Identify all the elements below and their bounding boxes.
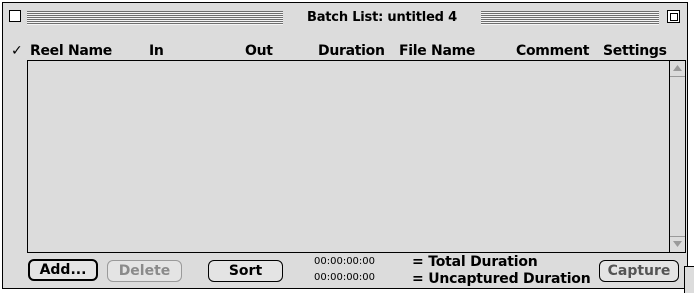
column-out[interactable]: Out — [245, 43, 273, 59]
batch-list-window: Batch List: untitled 4 ✓ Reel Name In Ou… — [2, 2, 688, 289]
title-bar-stripes-left — [27, 11, 283, 25]
batch-list-area[interactable] — [27, 60, 671, 253]
window-title: Batch List: untitled 4 — [307, 10, 457, 25]
delete-button[interactable]: Delete — [107, 260, 182, 282]
vertical-scrollbar[interactable] — [669, 60, 686, 253]
scroll-up-arrow-icon[interactable] — [670, 61, 685, 77]
close-box-icon[interactable] — [9, 10, 21, 22]
scroll-down-arrow-icon[interactable] — [670, 236, 685, 252]
column-reel-name[interactable]: Reel Name — [30, 43, 112, 59]
add-button[interactable]: Add... — [28, 259, 98, 281]
title-bar-stripes-right — [481, 11, 659, 25]
column-check[interactable]: ✓ — [11, 43, 23, 59]
sort-button[interactable]: Sort — [208, 260, 283, 282]
column-duration[interactable]: Duration — [318, 43, 385, 59]
total-duration-timecode: 00:00:00:00 — [314, 256, 376, 267]
zoom-box-icon[interactable] — [667, 10, 680, 23]
column-in[interactable]: In — [149, 43, 164, 59]
grow-box-icon[interactable] — [684, 266, 694, 293]
column-comment[interactable]: Comment — [516, 43, 589, 59]
capture-button[interactable]: Capture — [599, 260, 679, 282]
total-duration-label: = Total Duration — [412, 254, 538, 270]
title-bar[interactable]: Batch List: untitled 4 — [3, 3, 687, 34]
column-settings[interactable]: Settings — [603, 43, 667, 59]
uncaptured-duration-timecode: 00:00:00:00 — [314, 272, 376, 283]
column-file-name[interactable]: File Name — [399, 43, 475, 59]
uncaptured-duration-label: = Uncaptured Duration — [412, 271, 591, 287]
